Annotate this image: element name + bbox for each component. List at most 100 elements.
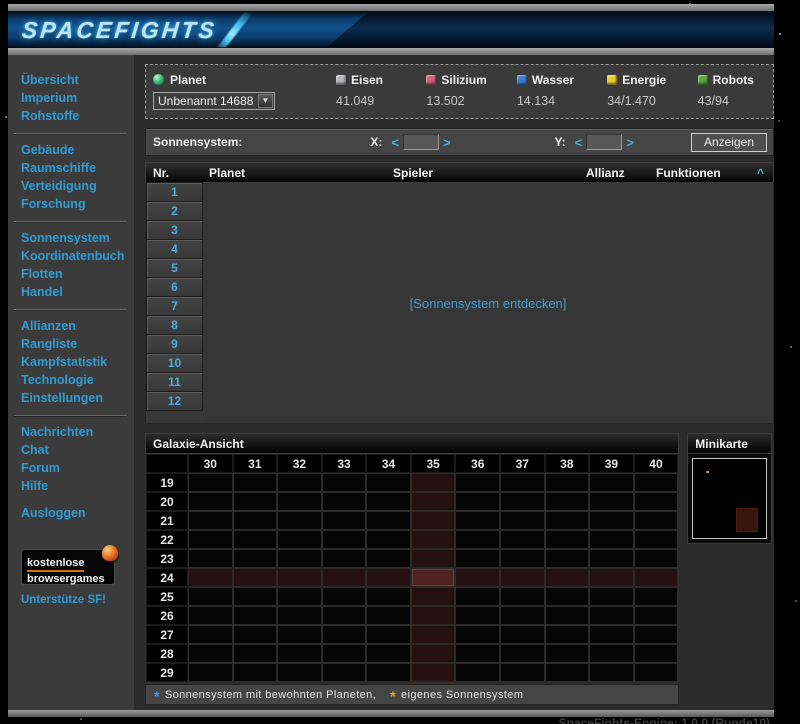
galaxy-cell-40-24[interactable] bbox=[634, 568, 679, 587]
galaxy-cell-37-21[interactable] bbox=[500, 511, 545, 530]
galaxy-cell-38-28[interactable] bbox=[545, 644, 590, 663]
galaxy-cell-31-27[interactable] bbox=[233, 625, 278, 644]
galaxy-cell-32-23[interactable] bbox=[277, 549, 322, 568]
galaxy-cell-35-23[interactable] bbox=[411, 549, 456, 568]
galaxy-cell-37-22[interactable] bbox=[500, 530, 545, 549]
galaxy-cell-37-27[interactable] bbox=[500, 625, 545, 644]
galaxy-cell-35-28[interactable] bbox=[411, 644, 456, 663]
galaxy-cell-30-28[interactable] bbox=[188, 644, 233, 663]
galaxy-cell-36-19[interactable] bbox=[455, 473, 500, 492]
galaxy-cell-35-19[interactable] bbox=[411, 473, 456, 492]
galaxy-cell-33-21[interactable] bbox=[322, 511, 367, 530]
galaxy-cell-35-26[interactable] bbox=[411, 606, 456, 625]
galaxy-cell-30-21[interactable] bbox=[188, 511, 233, 530]
galaxy-cell-39-19[interactable] bbox=[589, 473, 634, 492]
galaxy-cell-39-25[interactable] bbox=[589, 587, 634, 606]
galaxy-cell-37-24[interactable] bbox=[500, 568, 545, 587]
galaxy-cell-37-26[interactable] bbox=[500, 606, 545, 625]
galaxy-cell-35-24[interactable] bbox=[411, 568, 456, 587]
galaxy-cell-30-23[interactable] bbox=[188, 549, 233, 568]
sidebar-item--bersicht[interactable]: Übersicht bbox=[21, 71, 132, 89]
galaxy-cell-38-19[interactable] bbox=[545, 473, 590, 492]
galaxy-cell-34-29[interactable] bbox=[366, 663, 411, 682]
sidebar-item-koordinatenbuch[interactable]: Koordinatenbuch bbox=[21, 247, 132, 265]
galaxy-cell-34-25[interactable] bbox=[366, 587, 411, 606]
galaxy-cell-30-20[interactable] bbox=[188, 492, 233, 511]
galaxy-cell-34-21[interactable] bbox=[366, 511, 411, 530]
galaxy-cell-32-27[interactable] bbox=[277, 625, 322, 644]
galaxy-cell-31-22[interactable] bbox=[233, 530, 278, 549]
galaxy-cell-31-23[interactable] bbox=[233, 549, 278, 568]
x-increment-arrow[interactable]: > bbox=[439, 135, 455, 150]
galaxy-cell-40-27[interactable] bbox=[634, 625, 679, 644]
galaxy-cell-36-26[interactable] bbox=[455, 606, 500, 625]
galaxy-cell-36-23[interactable] bbox=[455, 549, 500, 568]
planet-select[interactable]: Unbenannt 14688 ▼ bbox=[153, 92, 275, 110]
galaxy-cell-40-19[interactable] bbox=[634, 473, 679, 492]
galaxy-cell-31-28[interactable] bbox=[233, 644, 278, 663]
galaxy-cell-31-21[interactable] bbox=[233, 511, 278, 530]
galaxy-cell-31-19[interactable] bbox=[233, 473, 278, 492]
galaxy-cell-38-20[interactable] bbox=[545, 492, 590, 511]
galaxy-cell-32-19[interactable] bbox=[277, 473, 322, 492]
galaxy-cell-35-25[interactable] bbox=[411, 587, 456, 606]
sidebar-item-flotten[interactable]: Flotten bbox=[21, 265, 132, 283]
x-input[interactable] bbox=[403, 134, 439, 150]
galaxy-cell-39-23[interactable] bbox=[589, 549, 634, 568]
galaxy-cell-37-23[interactable] bbox=[500, 549, 545, 568]
show-button[interactable]: Anzeigen bbox=[691, 133, 767, 152]
galaxy-cell-39-26[interactable] bbox=[589, 606, 634, 625]
galaxy-cell-37-19[interactable] bbox=[500, 473, 545, 492]
galaxy-cell-30-25[interactable] bbox=[188, 587, 233, 606]
y-input[interactable] bbox=[586, 134, 622, 150]
galaxy-cell-32-26[interactable] bbox=[277, 606, 322, 625]
galaxy-cell-40-28[interactable] bbox=[634, 644, 679, 663]
sidebar-item-hilfe[interactable]: Hilfe bbox=[21, 477, 132, 495]
sidebar-item-geb-ude[interactable]: Gebäude bbox=[21, 141, 132, 159]
galaxy-cell-37-28[interactable] bbox=[500, 644, 545, 663]
galaxy-cell-40-26[interactable] bbox=[634, 606, 679, 625]
galaxy-cell-36-22[interactable] bbox=[455, 530, 500, 549]
sidebar-item-sonnensystem[interactable]: Sonnensystem bbox=[21, 229, 132, 247]
galaxy-cell-34-27[interactable] bbox=[366, 625, 411, 644]
galaxy-cell-37-29[interactable] bbox=[500, 663, 545, 682]
sidebar-item-imperium[interactable]: Imperium bbox=[21, 89, 132, 107]
galaxy-cell-33-23[interactable] bbox=[322, 549, 367, 568]
galaxy-cell-37-20[interactable] bbox=[500, 492, 545, 511]
galaxy-cell-33-28[interactable] bbox=[322, 644, 367, 663]
galaxy-cell-39-27[interactable] bbox=[589, 625, 634, 644]
galaxy-cell-31-25[interactable] bbox=[233, 587, 278, 606]
galaxy-cell-33-25[interactable] bbox=[322, 587, 367, 606]
sidebar-item-handel[interactable]: Handel bbox=[21, 283, 132, 301]
galaxy-cell-30-29[interactable] bbox=[188, 663, 233, 682]
galaxy-cell-40-20[interactable] bbox=[634, 492, 679, 511]
galaxy-cell-35-29[interactable] bbox=[411, 663, 456, 682]
sidebar-item-einstellungen[interactable]: Einstellungen bbox=[21, 389, 132, 407]
browsergames-banner[interactable]: kostenlose browsergames bbox=[21, 549, 115, 585]
sidebar-item-ausloggen[interactable]: Ausloggen bbox=[21, 504, 132, 522]
galaxy-cell-32-21[interactable] bbox=[277, 511, 322, 530]
sidebar-item-forschung[interactable]: Forschung bbox=[21, 195, 132, 213]
sidebar-item-chat[interactable]: Chat bbox=[21, 441, 132, 459]
galaxy-cell-32-20[interactable] bbox=[277, 492, 322, 511]
y-increment-arrow[interactable]: > bbox=[622, 135, 638, 150]
discover-system-link[interactable]: [Sonnensystem entdecken] bbox=[410, 296, 567, 311]
galaxy-cell-34-19[interactable] bbox=[366, 473, 411, 492]
galaxy-cell-35-27[interactable] bbox=[411, 625, 456, 644]
galaxy-cell-34-24[interactable] bbox=[366, 568, 411, 587]
galaxy-cell-31-29[interactable] bbox=[233, 663, 278, 682]
galaxy-cell-40-23[interactable] bbox=[634, 549, 679, 568]
galaxy-cell-38-29[interactable] bbox=[545, 663, 590, 682]
galaxy-cell-36-20[interactable] bbox=[455, 492, 500, 511]
galaxy-cell-38-22[interactable] bbox=[545, 530, 590, 549]
galaxy-cell-36-21[interactable] bbox=[455, 511, 500, 530]
sort-caret-icon[interactable]: ^ bbox=[749, 166, 773, 180]
galaxy-cell-30-26[interactable] bbox=[188, 606, 233, 625]
galaxy-cell-31-24[interactable] bbox=[233, 568, 278, 587]
galaxy-cell-31-20[interactable] bbox=[233, 492, 278, 511]
galaxy-cell-36-27[interactable] bbox=[455, 625, 500, 644]
galaxy-cell-34-20[interactable] bbox=[366, 492, 411, 511]
sidebar-item-kampfstatistik[interactable]: Kampfstatistik bbox=[21, 353, 132, 371]
sidebar-item-forum[interactable]: Forum bbox=[21, 459, 132, 477]
minimap-map[interactable] bbox=[692, 458, 767, 539]
